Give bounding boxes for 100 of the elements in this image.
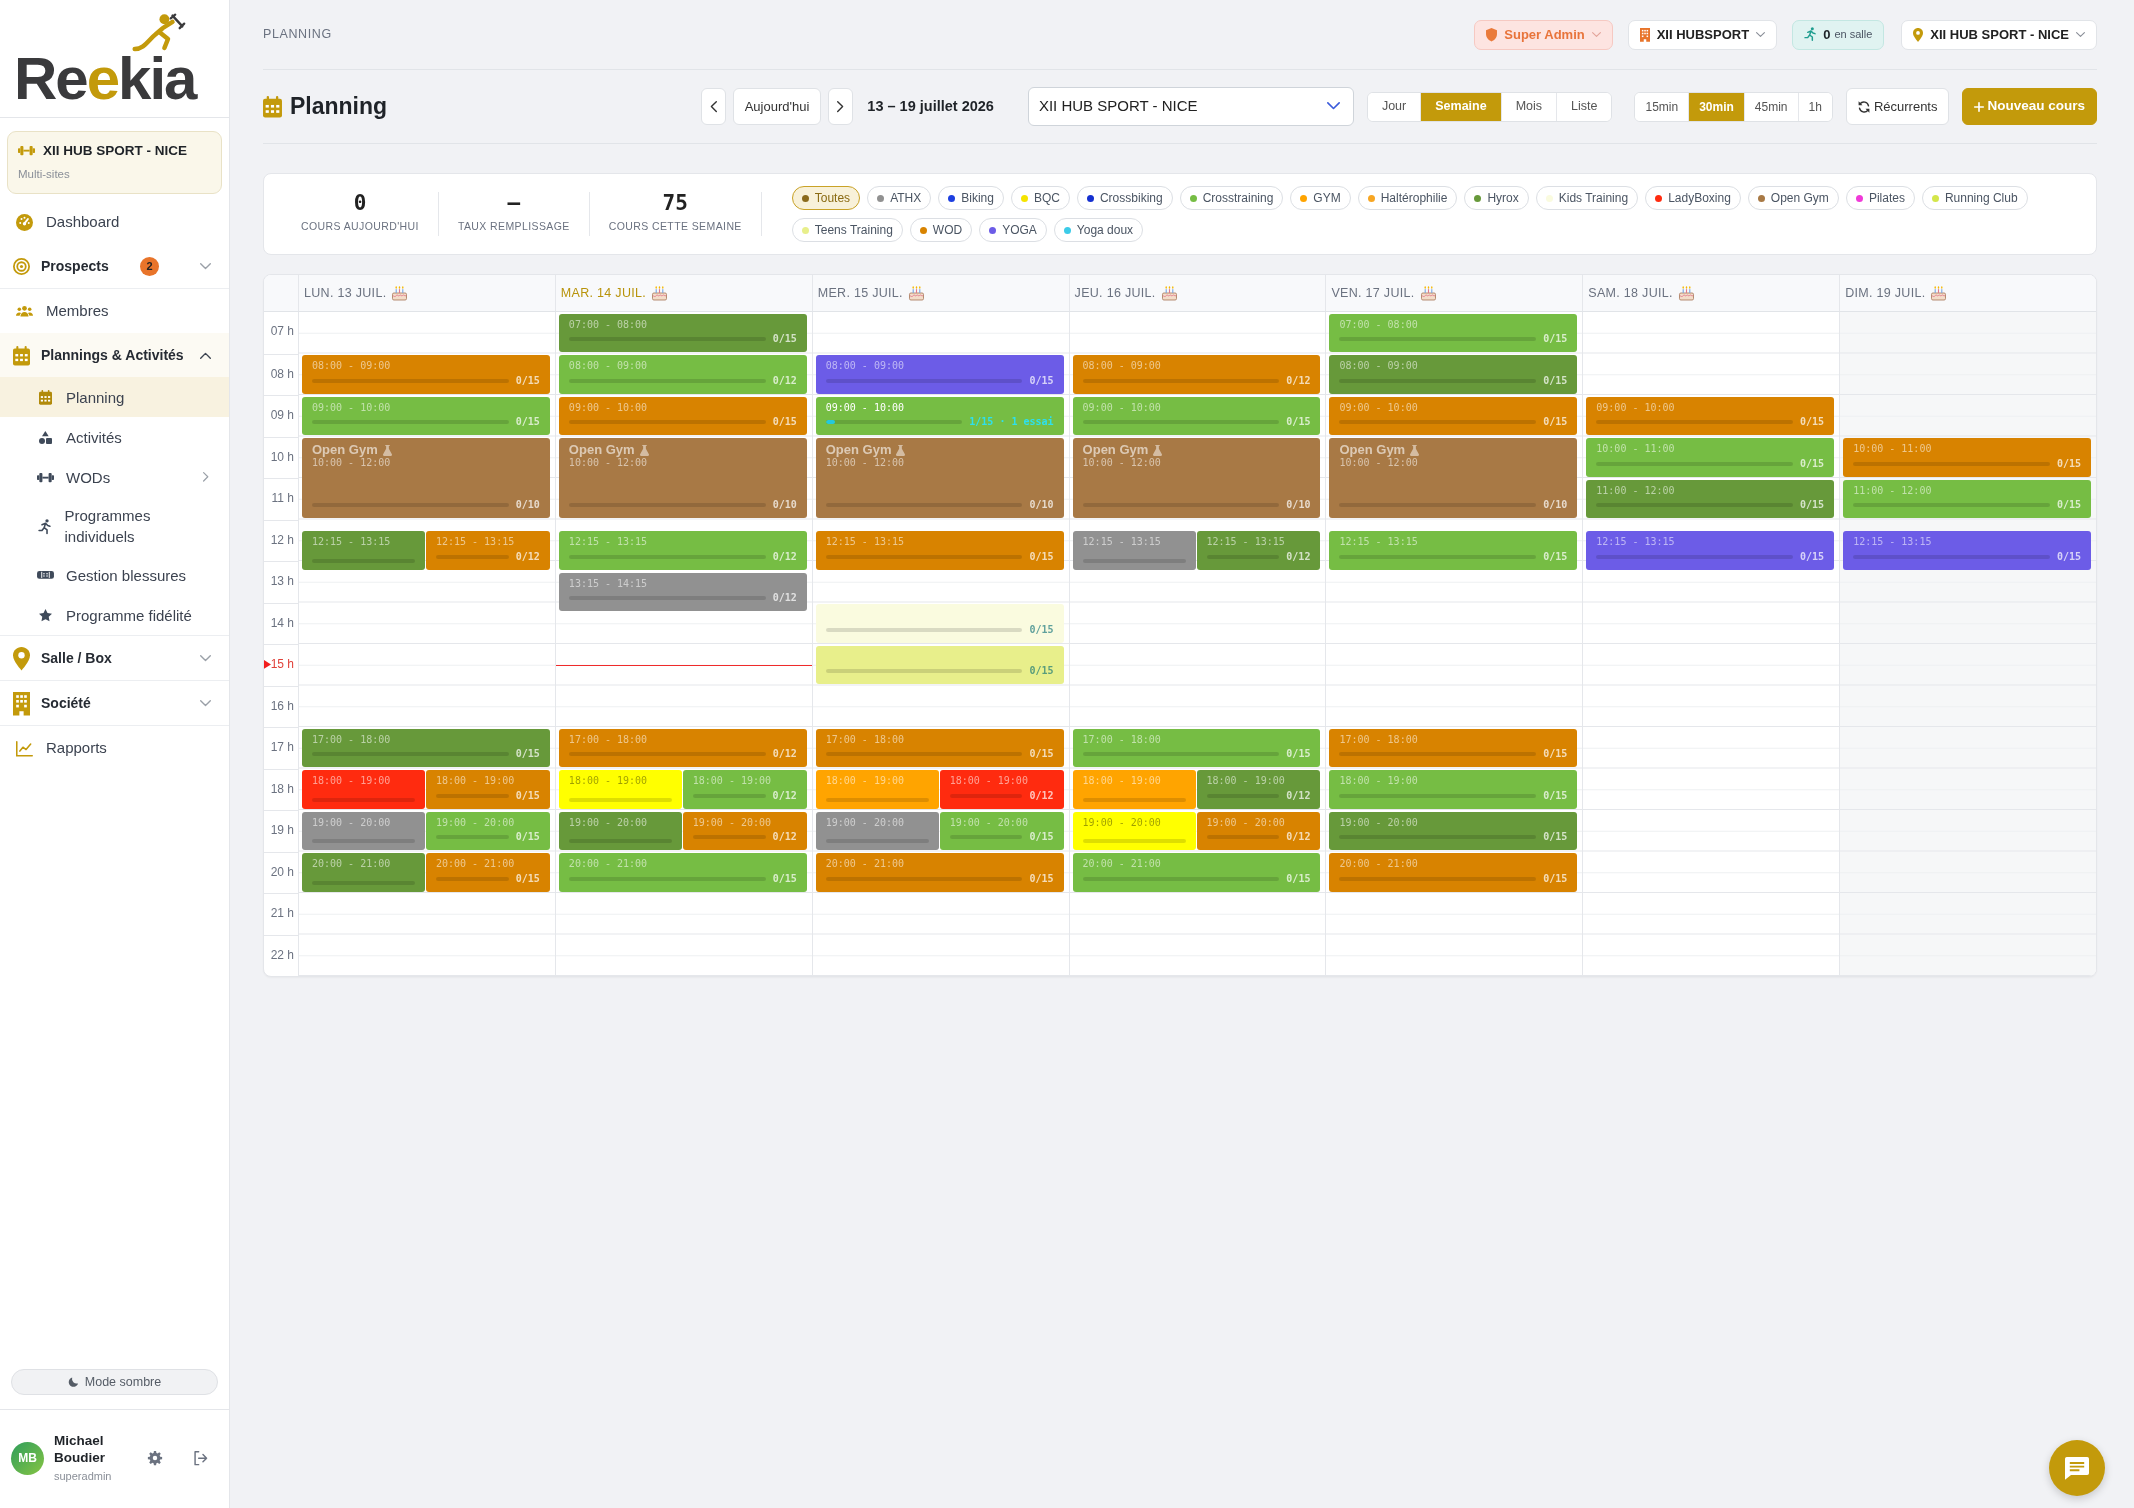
sidebar-item[interactable]: Rapports	[0, 726, 229, 771]
calendar-event[interactable]: 19:00 - 20:00	[302, 811, 425, 850]
calendar-event[interactable]: Open Gym 10:00 - 12:00 0/10	[558, 438, 807, 518]
calendar-event[interactable]: 12:15 - 13:15 0/12	[558, 531, 807, 570]
settings-button[interactable]	[145, 1448, 165, 1468]
calendar-event[interactable]: 08:00 - 09:00 0/15	[302, 355, 550, 394]
organization-dropdown[interactable]: XII HUBSPORT	[1627, 19, 1778, 50]
filter-chip[interactable]: Kids Training	[1535, 186, 1639, 210]
filter-chip[interactable]: Crossbiking	[1076, 186, 1173, 210]
calendar-event[interactable]: 12:15 - 13:15 0/12	[425, 531, 550, 570]
sidebar-item[interactable]: Société	[0, 681, 229, 726]
site-card[interactable]: XII HUB SPORT - NICE Multi-sites	[7, 131, 222, 195]
filter-chip[interactable]: BQC	[1010, 186, 1070, 210]
calendar-event[interactable]: 17:00 - 18:00 0/12	[558, 728, 807, 767]
calendar-event[interactable]: Open Gym 10:00 - 12:00 0/10	[1329, 438, 1578, 518]
calendar-event[interactable]: 19:00 - 20:00 0/12	[1196, 811, 1321, 850]
calendar-event[interactable]: 12:15 - 13:15 0/15	[1586, 531, 1835, 570]
calendar-event[interactable]: 09:00 - 10:00 0/15	[1586, 396, 1835, 435]
site-dropdown[interactable]: XII HUB SPORT - NICE	[1901, 19, 2097, 50]
recurring-button[interactable]: Récurrents	[1845, 88, 1950, 125]
calendar-event[interactable]: 17:00 - 18:00 0/15	[1329, 728, 1578, 767]
sidebar-subitem[interactable]: Activités	[0, 417, 229, 458]
calendar-event[interactable]: 19:00 - 20:00 0/15	[1329, 811, 1578, 850]
calendar-event[interactable]: Open Gym 10:00 - 12:00 0/10	[302, 438, 550, 518]
calendar-event[interactable]: 20:00 - 21:00 0/15	[1329, 853, 1578, 892]
calendar-event[interactable]: 10:00 - 11:00 0/15	[1586, 438, 1835, 477]
calendar-event[interactable]: 12:15 - 13:15	[302, 531, 425, 570]
calendar-event[interactable]: 11:00 - 12:00 0/15	[1843, 479, 2091, 518]
filter-chip[interactable]: Yoga doux	[1053, 218, 1144, 242]
sidebar-subitem[interactable]: Programmes individuels	[0, 497, 229, 556]
calendar-event[interactable]: 20:00 - 21:00 0/15	[815, 853, 1064, 892]
sidebar-item[interactable]: Membres	[0, 289, 229, 334]
calendar-event[interactable]: 18:00 - 19:00	[558, 770, 682, 809]
today-button[interactable]: Aujourd'hui	[732, 88, 822, 125]
sidebar-subitem[interactable]: Gestion blessures	[0, 555, 229, 596]
calendar-event[interactable]: 19:00 - 20:00 0/15	[939, 811, 1064, 850]
sidebar-item[interactable]: Dashboard	[0, 200, 229, 245]
filter-chip[interactable]: WOD	[909, 218, 973, 242]
calendar-event[interactable]: 11:00 - 12:00 0/15	[1586, 479, 1835, 518]
calendar-event[interactable]: 0/15	[815, 645, 1064, 684]
calendar-event[interactable]: 17:00 - 18:00 0/15	[1072, 728, 1321, 767]
next-button[interactable]	[828, 88, 854, 125]
calendar-event[interactable]: 20:00 - 21:00 0/15	[425, 853, 550, 892]
role-dropdown[interactable]: Super Admin	[1474, 19, 1613, 50]
sidebar-item[interactable]: Salle / Box	[0, 636, 229, 681]
calendar-event[interactable]: 08:00 - 09:00 0/12	[558, 355, 807, 394]
calendar-event[interactable]: 09:00 - 10:00 1/15 · 1 essai	[815, 396, 1064, 435]
filter-chip[interactable]: YOGA	[979, 218, 1047, 242]
calendar-event[interactable]: 12:15 - 13:15 0/15	[815, 531, 1064, 570]
calendar-event[interactable]: 07:00 - 08:00 0/15	[1329, 313, 1578, 352]
calendar-event[interactable]: 12:15 - 13:15 0/12	[1196, 531, 1321, 570]
filter-chip[interactable]: Teens Training	[791, 218, 903, 242]
previous-button[interactable]	[700, 88, 726, 125]
calendar-event[interactable]: 20:00 - 21:00 0/15	[558, 853, 807, 892]
calendar-event[interactable]: 19:00 - 20:00	[1072, 811, 1196, 850]
calendar-event[interactable]: 17:00 - 18:00 0/15	[302, 728, 550, 767]
filter-chip[interactable]: Open Gym	[1747, 186, 1839, 210]
calendar-event[interactable]: 12:15 - 13:15 0/15	[1329, 531, 1578, 570]
calendar-event[interactable]: 12:15 - 13:15	[1072, 531, 1196, 570]
calendar-event[interactable]: 18:00 - 19:00	[1072, 770, 1196, 809]
calendar-event[interactable]: 10:00 - 11:00 0/15	[1843, 438, 2091, 477]
calendar-event[interactable]: Open Gym 10:00 - 12:00 0/10	[1072, 438, 1321, 518]
interval-tab[interactable]: 30min	[1688, 92, 1744, 121]
filter-chip[interactable]: ATHX	[867, 186, 932, 210]
calendar-event[interactable]: 18:00 - 19:00	[815, 770, 939, 809]
calendar-event[interactable]: 20:00 - 21:00 0/15	[1072, 853, 1321, 892]
filter-chip[interactable]: Pilates	[1845, 186, 1915, 210]
calendar-event[interactable]: 18:00 - 19:00 0/15	[1329, 770, 1578, 809]
calendar-event[interactable]: 09:00 - 10:00 0/15	[558, 396, 807, 435]
sidebar-item[interactable]: Prospects 2	[0, 244, 229, 289]
calendar-event[interactable]: 18:00 - 19:00 0/12	[939, 770, 1064, 809]
view-tab[interactable]: Semaine	[1420, 92, 1501, 121]
sidebar-subitem[interactable]: Planning	[0, 377, 229, 418]
calendar-event[interactable]: 19:00 - 20:00 0/15	[425, 811, 550, 850]
filter-chip[interactable]: GYM	[1290, 186, 1351, 210]
calendar-event[interactable]: Open Gym 10:00 - 12:00 0/10	[815, 438, 1064, 518]
interval-tab[interactable]: 1h	[1797, 92, 1832, 121]
calendar-event[interactable]: 19:00 - 20:00 0/12	[682, 811, 807, 850]
filter-chip[interactable]: Crosstraining	[1179, 186, 1284, 210]
new-course-button[interactable]: Nouveau cours	[1962, 88, 2097, 125]
sidebar-item[interactable]: Plannings & Activités	[0, 333, 229, 378]
sidebar-subitem[interactable]: Programme fidélité	[0, 595, 229, 636]
calendar-event[interactable]: 09:00 - 10:00 0/15	[302, 396, 550, 435]
calendar-event[interactable]: 18:00 - 19:00	[302, 770, 425, 809]
calendar-event[interactable]: 18:00 - 19:00 0/12	[682, 770, 807, 809]
filter-chip[interactable]: Hyrox	[1464, 186, 1529, 210]
calendar-event[interactable]: 13:15 - 14:15 0/12	[558, 572, 807, 612]
calendar-event[interactable]: 19:00 - 20:00	[815, 811, 939, 850]
calendar-event[interactable]: 08:00 - 09:00 0/15	[815, 355, 1064, 394]
calendar-event[interactable]: 09:00 - 10:00 0/15	[1329, 396, 1578, 435]
calendar-event[interactable]: 20:00 - 21:00	[302, 853, 425, 892]
calendar-event[interactable]: 09:00 - 10:00 0/15	[1072, 396, 1321, 435]
filter-chip[interactable]: LadyBoxing	[1645, 186, 1741, 210]
calendar-event[interactable]: 17:00 - 18:00 0/15	[815, 728, 1064, 767]
sidebar-subitem[interactable]: WODs	[0, 457, 229, 498]
chat-button[interactable]	[2049, 1440, 2105, 1496]
calendar-event[interactable]: 19:00 - 20:00	[558, 811, 682, 850]
calendar-event[interactable]: 18:00 - 19:00 0/15	[425, 770, 550, 809]
calendar-event[interactable]: 08:00 - 09:00 0/12	[1072, 355, 1321, 394]
site-select[interactable]: XII HUB SPORT - NICE	[1027, 87, 1354, 126]
